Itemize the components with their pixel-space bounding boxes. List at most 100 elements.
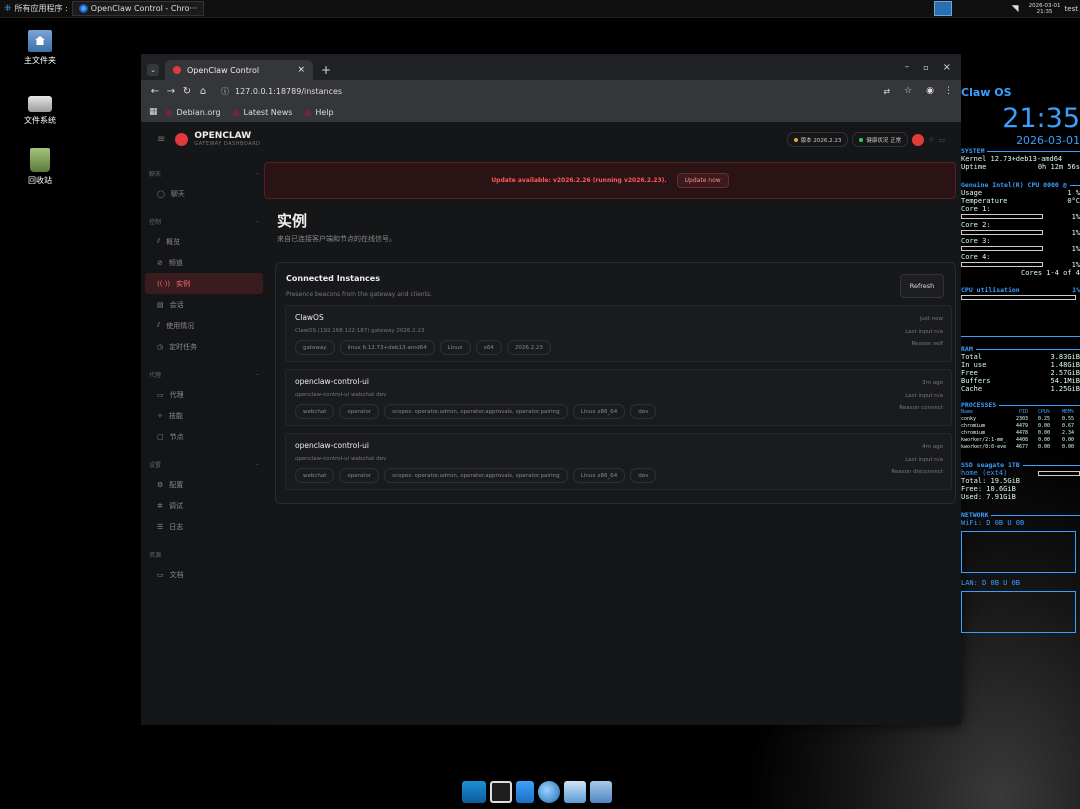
instance-last-input: Last input n/a [905,456,943,463]
show-desktop-icon[interactable] [462,781,486,803]
col-name: Name [961,409,974,415]
sidebar-group-control[interactable]: 控制 – [141,211,267,231]
row-label: CPU utilisation [961,286,1020,294]
page-subtitle: 来自已连接客户端和节点的在线信号。 [277,235,396,243]
tab-search-button[interactable]: ⌄ [147,64,159,76]
sidebar-item-usage[interactable]: ⫽ 使用情况 [145,315,263,336]
terminal-icon[interactable] [490,781,512,803]
menu-kebab-icon[interactable]: ⋮ [944,86,953,96]
tab-openclaw[interactable]: OpenClaw Control × [165,60,313,80]
sidebar-item-nodes[interactable]: ▢ 节点 [145,426,263,447]
process-row: chromium 4479 0.00 0.67 [961,423,1080,430]
row-value: 3.83GiB [1050,353,1080,361]
row-label: Free: [961,485,983,493]
theme-toggle-button[interactable] [912,133,925,146]
proc-pid: 4408 [1015,437,1028,443]
row-value: 1% [1071,229,1080,237]
hamburger-menu-icon[interactable]: ≡ [157,134,165,145]
tag-chip: 2026.2.23 [506,340,551,355]
text-editor-icon[interactable] [516,781,534,803]
web-browser-icon[interactable] [538,781,560,803]
instance-meta: just now Last input n/a Reason self [905,313,943,351]
desktop-icon-home[interactable]: 主文件夹 [10,30,70,66]
monitor-mode-icon[interactable]: ▭ [938,136,945,144]
instance-row[interactable]: openclaw-control-ui openclaw-control-ui … [285,369,952,426]
wifi-graph [961,531,1076,573]
sidebar-item-label: 日志 [169,522,184,531]
sidebar-item-cron[interactable]: ◷ 定时任务 [145,336,263,357]
apps-menu[interactable]: ⁜ 所有应用程序 : [0,0,72,17]
bookmark-help[interactable]: ◎ Help [304,108,333,117]
debian-favicon-icon: ◎ [165,107,173,117]
sidebar-item-channels[interactable]: ⊘ 频道 [145,252,263,273]
chromium-icon [78,4,88,13]
sidebar-item-overview[interactable]: ⫽ 概览 [145,231,263,252]
sidebar-group-settings[interactable]: 设置 – [141,454,267,474]
search-app-icon[interactable] [564,781,586,803]
back-button[interactable]: ← [147,86,163,97]
row-value: 1.25GiB [1050,385,1080,393]
row-value: 1% [1072,286,1080,294]
process-row: conky 2303 0.25 0.55 [961,416,1080,423]
taskbar-window-button[interactable]: OpenClaw Control - Chro··· [71,1,205,16]
clock[interactable]: 2026-03-01 21:35 [1029,3,1061,15]
sidebar-item-instances[interactable]: ((·)) 实例 [145,273,263,294]
bookmark-label: Debian.org [176,107,221,117]
profile-icon[interactable]: ◉ [926,86,934,96]
cpu-graph [961,304,1080,337]
core-label: Core 3: [961,237,991,245]
apps-grid-icon[interactable]: ▦ [149,107,158,117]
ram-row: Total 3.83GiB [961,353,1080,361]
sidebar-item-agents[interactable]: ▭ 代理 [145,384,263,405]
sparkle-icon: ✧ [157,411,163,420]
debian-favicon-icon: ◎ [304,107,312,117]
kernel-text: Kernel 12.73+deb13-amd64 [961,155,1063,163]
update-now-button[interactable]: Update now [676,173,729,188]
sidebar-item-label: 使用情况 [166,321,195,330]
proc-mem: 0.00 [1061,437,1074,443]
sidebar-item-logs[interactable]: ☰ 日志 [145,516,263,537]
tray-window-icon[interactable] [933,1,952,16]
tag-chip: dev [630,404,657,419]
close-window-button[interactable]: × [943,62,951,73]
sidebar-item-chat[interactable]: ◯ 聊天 [145,183,263,204]
home-button[interactable]: ⌂ [195,86,211,97]
desktop-icon-label: 文件系统 [24,116,56,125]
network-icon[interactable]: ◥ [1012,4,1019,14]
light-mode-icon[interactable]: ☼ [928,136,934,144]
sidebar-item-sessions[interactable]: ▤ 会话 [145,294,263,315]
site-info-icon[interactable]: ⓘ [221,86,229,97]
minimize-button[interactable]: – [905,62,910,72]
tag-chip: Linux x86_64 [572,404,626,419]
new-tab-button[interactable]: + [321,63,331,77]
tab-close-icon[interactable]: × [297,65,305,75]
reload-button[interactable]: ↻ [179,86,195,97]
tab-title: OpenClaw Control [187,65,260,75]
row-label: Free [961,369,978,377]
file-manager-icon[interactable] [590,781,612,803]
translate-icon[interactable]: ⇄ [883,87,890,96]
instance-row[interactable]: openclaw-control-ui openclaw-control-ui … [285,433,952,490]
sidebar-group-chat[interactable]: 聊天 – [141,163,267,183]
sidebar-item-skills[interactable]: ✧ 技能 [145,405,263,426]
maximize-button[interactable]: ▫ [923,63,928,72]
bookmark-star-icon[interactable]: ☆ [904,86,912,96]
bookmark-debian[interactable]: ◎ Debian.org [166,108,221,117]
sidebar-item-debug[interactable]: ✲ 调试 [145,495,263,516]
sidebar-group-resources[interactable]: 资源 [141,544,267,564]
sidebar-item-docs[interactable]: ▭ 文档 [145,564,263,585]
sidebar-item-config[interactable]: ⚙ 配置 [145,474,263,495]
bookmark-latest-news[interactable]: ◎ Latest News [233,108,293,117]
instance-row[interactable]: ClawOS ClawOS (192.168.122.187) gateway … [285,305,952,362]
address-bar[interactable]: ⓘ 127.0.0.1:18789/instances ⇄ ☆ [217,82,920,100]
desktop-icon-trash[interactable]: 回收站 [10,148,70,186]
row-label: home (ext4) [961,469,1008,477]
cpu-util-bar [961,295,1076,300]
forward-button[interactable]: → [163,86,179,97]
desktop-icon-filesystem[interactable]: 文件系统 [10,92,70,126]
instance-detail: openclaw-control-ui webchat dev [295,456,387,462]
sidebar-group-agents[interactable]: 代理 – [141,364,267,384]
refresh-button[interactable]: Refresh [900,274,944,298]
user-name[interactable]: test [1065,5,1078,13]
col-cpu: CPU% [1037,409,1050,415]
